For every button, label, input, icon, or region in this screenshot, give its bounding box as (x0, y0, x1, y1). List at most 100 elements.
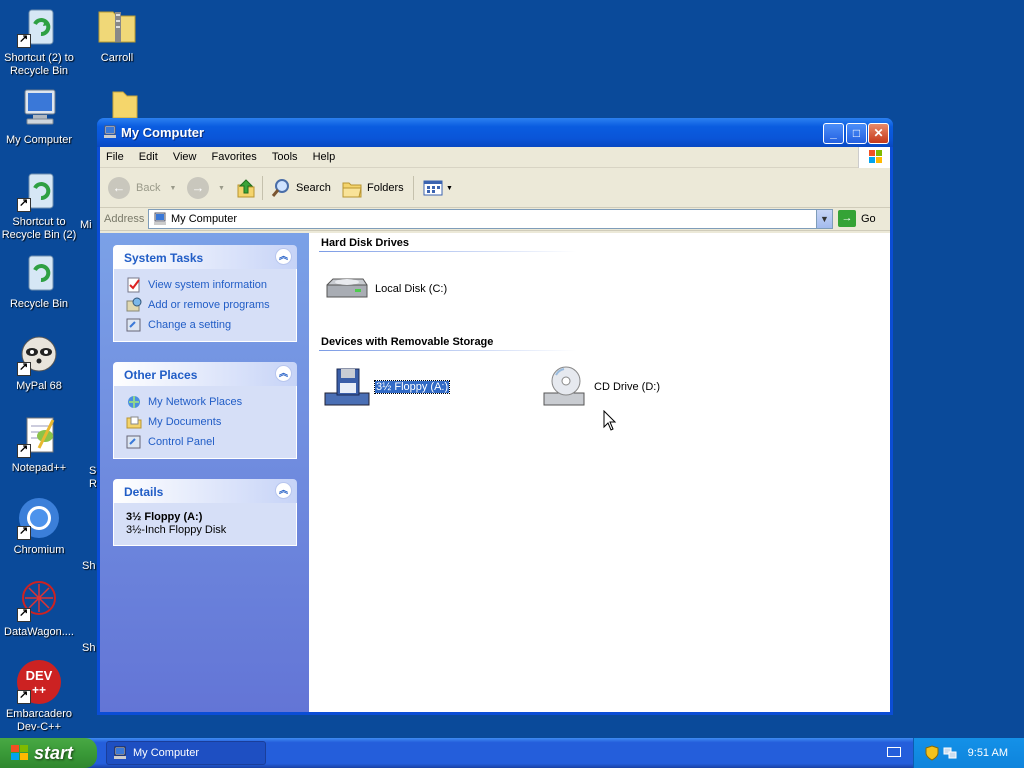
control-panel-icon (126, 318, 141, 332)
control-panel-link[interactable]: Control Panel (114, 432, 296, 452)
change-setting-link[interactable]: Change a setting (114, 315, 296, 335)
minimize-button[interactable]: _ (823, 123, 844, 144)
desktop-icon-label: My Computer (5, 134, 73, 146)
desktop-icon-dev-cpp[interactable]: DEV++ Embarcadero Dev-C++ (0, 658, 78, 734)
window-body: File Edit View Favorites Tools Help ← Ba… (100, 147, 890, 712)
desktop-icon-shortcut-recycle-bin-2[interactable]: Shortcut (2) to Recycle Bin (0, 2, 78, 78)
desktop-icon-label: Shortcut to Recycle Bin (2) (1, 216, 77, 241)
view-system-information-link[interactable]: View system information (114, 275, 296, 295)
datawagon-icon (15, 576, 63, 624)
desktop-icon-folder-partial[interactable] (78, 88, 156, 120)
link-label: Control Panel (148, 436, 215, 448)
local-disk-c-item[interactable]: Local Disk (C:) (323, 265, 447, 313)
maximize-button[interactable]: □ (846, 123, 867, 144)
desktop-icon-label: Shortcut (2) to Recycle Bin (4, 52, 74, 77)
folders-button[interactable]: Folders (341, 176, 404, 200)
panel-title: System Tasks (124, 251, 204, 265)
removable-storage-header: Devices with Removable Storage (321, 336, 494, 348)
shortcut-arrow-icon (17, 443, 31, 458)
go-arrow-icon: → (838, 210, 856, 227)
chevron-down-icon: ▼ (446, 184, 453, 192)
keyboard-icon[interactable] (887, 747, 901, 757)
floppy-drive-icon (323, 363, 371, 411)
go-button[interactable]: → Go (838, 210, 876, 227)
collapse-chevron-icon[interactable]: ︽ (275, 482, 292, 499)
devcpp-icon: DEV ++ (15, 658, 63, 706)
up-folder-button[interactable] (235, 176, 257, 200)
desktop-label-partial: S (89, 465, 97, 477)
menu-help[interactable]: Help (307, 147, 342, 163)
computer-icon (114, 746, 126, 759)
taskbar: start My Computer 9:51 AM (0, 738, 1024, 768)
shortcut-arrow-icon (17, 33, 31, 48)
details-body: 3½ Floppy (A:) 3½-Inch Floppy Disk (113, 503, 297, 546)
desktop-icon-shortcut-recycle-bin[interactable]: Shortcut to Recycle Bin (2) (0, 166, 78, 242)
taskbar-item-my-computer[interactable]: My Computer (106, 741, 266, 765)
desktop-icon-label: MyPal 68 (16, 380, 62, 392)
group-divider (319, 350, 577, 351)
window-title: My Computer (121, 125, 205, 140)
shortcut-arrow-icon (17, 361, 31, 376)
back-button[interactable]: ← Back ▼ (108, 176, 176, 200)
desktop-icon-recycle-bin[interactable]: Recycle Bin (0, 248, 78, 311)
chevron-down-icon: ▼ (218, 184, 225, 192)
desktop-icon-chromium[interactable]: Chromium (0, 494, 78, 557)
link-label: My Documents (148, 416, 222, 428)
desktop-label-partial: Sh (82, 642, 96, 654)
menu-tools[interactable]: Tools (266, 147, 304, 163)
up-folder-icon (237, 179, 255, 198)
search-icon (271, 179, 289, 197)
taskbar-item-label: My Computer (133, 747, 200, 759)
desktop-icon-datawagon[interactable]: DataWagon.... (0, 576, 78, 639)
details-header[interactable]: Details ︽ (113, 479, 297, 503)
cd-drive-d-item[interactable]: CD Drive (D:) (542, 363, 660, 411)
menu-edit[interactable]: Edit (133, 147, 164, 163)
system-tasks-body: View system information Add or remove pr… (113, 269, 297, 342)
hard-disk-drives-header: Hard Disk Drives (321, 237, 410, 249)
link-label: My Network Places (148, 396, 243, 408)
desktop-icon-carroll[interactable]: Carroll (78, 2, 156, 65)
collapse-chevron-icon[interactable]: ︽ (275, 248, 292, 265)
views-button[interactable]: ▼ (422, 176, 453, 200)
address-input[interactable]: My Computer ▼ (148, 209, 833, 229)
menu-view[interactable]: View (167, 147, 203, 163)
start-button[interactable]: start (0, 738, 97, 768)
network-tray-icon[interactable] (942, 745, 958, 761)
desktop-icon-mypal[interactable]: MyPal 68 (0, 330, 78, 393)
clock[interactable]: 9:51 AM (968, 747, 1008, 759)
my-network-places-link[interactable]: My Network Places (114, 392, 296, 412)
my-documents-link[interactable]: My Documents (114, 412, 296, 432)
title-bar[interactable]: My Computer _ □ ✕ (97, 118, 893, 147)
link-label: Change a setting (148, 319, 232, 331)
security-shield-icon[interactable] (925, 745, 939, 761)
my-computer-window: My Computer _ □ ✕ File Edit View Favorit… (97, 118, 893, 715)
panel-title: Other Places (124, 368, 198, 382)
other-places-header[interactable]: Other Places ︽ (113, 362, 297, 386)
desktop-icon-notepad-plus-plus[interactable]: Notepad++ (0, 412, 78, 475)
system-tasks-header[interactable]: System Tasks ︽ (113, 245, 297, 269)
computer-icon (104, 125, 116, 138)
back-arrow-icon: ← (108, 177, 130, 199)
address-bar: Address My Computer ▼ → Go (100, 208, 890, 231)
start-label: start (34, 742, 74, 763)
menu-favorites[interactable]: Favorites (206, 147, 263, 163)
other-places-body: My Network Places My Documents Control P… (113, 386, 297, 459)
add-remove-programs-link[interactable]: Add or remove programs (114, 295, 296, 315)
desktop-label-partial: Sh (82, 560, 96, 572)
content-area: Hard Disk Drives Local Disk (C:) Devices… (309, 233, 890, 712)
folder-icon (93, 88, 141, 119)
close-button[interactable]: ✕ (868, 123, 889, 144)
search-button[interactable]: Search (270, 176, 331, 200)
computer-icon (15, 84, 63, 132)
svg-text:DEV: DEV (26, 668, 53, 683)
details-item-type: 3½-Inch Floppy Disk (126, 524, 227, 536)
shortcut-arrow-icon (17, 525, 31, 540)
add-remove-programs-icon (126, 297, 142, 312)
floppy-a-item[interactable]: 3½ Floppy (A:) (323, 363, 451, 411)
forward-arrow-icon: → (187, 177, 209, 199)
forward-button[interactable]: → ▼ (187, 176, 225, 200)
desktop-icon-my-computer[interactable]: My Computer (0, 84, 78, 147)
address-dropdown-icon[interactable]: ▼ (816, 210, 832, 228)
collapse-chevron-icon[interactable]: ︽ (275, 365, 292, 382)
menu-file[interactable]: File (100, 147, 130, 163)
